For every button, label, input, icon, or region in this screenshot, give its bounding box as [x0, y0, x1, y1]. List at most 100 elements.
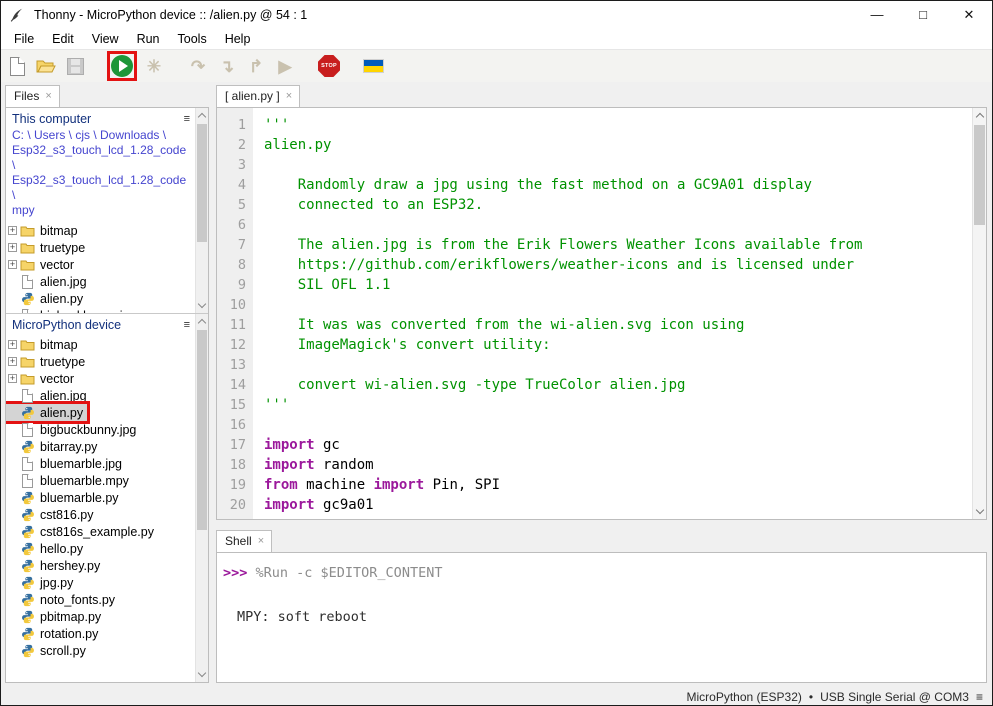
section-menu-icon[interactable]: ≡ [184, 319, 192, 331]
list-item[interactable]: pbitmap.py [6, 608, 194, 625]
menu-item[interactable]: File [5, 30, 43, 48]
open-file-button[interactable] [34, 54, 58, 78]
list-item[interactable]: bluemarble.py [6, 489, 194, 506]
python-icon [19, 524, 36, 539]
list-item[interactable]: bigbuckbunny.jpg [6, 421, 194, 438]
step-into-button[interactable]: ↴ [215, 54, 239, 78]
window-title: Thonny - MicroPython device :: /alien.py… [34, 8, 307, 22]
path-line[interactable]: Esp32_s3_touch_lcd_1.28_code \ [12, 173, 192, 203]
scroll-down-icon[interactable] [198, 669, 206, 677]
list-item[interactable]: cst816.py [6, 506, 194, 523]
resume-button[interactable]: ▶ [273, 54, 297, 78]
tab-close-icon[interactable]: × [258, 535, 264, 547]
list-item[interactable]: + bitmap [6, 222, 194, 239]
list-item[interactable]: alien.jpg [6, 273, 194, 290]
docstring-text: ''' alien.py Randomly draw a jpg using t… [264, 117, 862, 413]
expand-icon[interactable]: + [6, 370, 19, 387]
path-line[interactable]: mpy [12, 203, 192, 218]
menu-item[interactable]: Help [216, 30, 260, 48]
line-number: 17 [217, 435, 246, 455]
scrollbar-thumb[interactable] [197, 330, 207, 530]
scroll-down-icon[interactable] [198, 300, 206, 308]
list-item[interactable]: bluemarble.mpy [6, 472, 194, 489]
save-button[interactable] [63, 54, 87, 78]
folder-icon [19, 223, 36, 238]
list-item[interactable]: hershey.py [6, 557, 194, 574]
folder-icon [19, 337, 36, 352]
file-name: bluemarble.mpy [40, 474, 129, 488]
expand-icon[interactable]: + [6, 353, 19, 370]
close-button[interactable]: ✕ [946, 1, 992, 28]
code-editor[interactable]: 1234567891011121314151617181920 ''' alie… [216, 107, 987, 520]
list-item[interactable]: bigbuckbunny.jpg [6, 307, 194, 314]
list-item[interactable]: alien.jpg [6, 387, 194, 404]
list-item[interactable]: rotation.py [6, 625, 194, 642]
new-file-button[interactable] [5, 54, 29, 78]
menu-item[interactable]: Run [128, 30, 169, 48]
expand-icon[interactable]: + [6, 222, 19, 239]
device-scrollbar[interactable] [195, 314, 208, 682]
list-item[interactable]: alien.py [6, 290, 194, 307]
list-item[interactable]: bitarray.py [6, 438, 194, 455]
port-status[interactable]: USB Single Serial @ COM3 [820, 690, 969, 704]
tab-close-icon[interactable]: × [45, 90, 51, 102]
list-item[interactable]: + truetype [6, 239, 194, 256]
list-item[interactable]: cst816s_example.py [6, 523, 194, 540]
file-name: hello.py [40, 542, 83, 556]
menu-item[interactable]: View [83, 30, 128, 48]
code-content[interactable]: ''' alien.py Randomly draw a jpg using t… [264, 115, 986, 515]
list-item[interactable]: noto_fonts.py [6, 591, 194, 608]
stop-button[interactable]: STOP [317, 54, 341, 78]
file-icon [19, 422, 36, 437]
scroll-up-icon[interactable] [975, 113, 983, 121]
list-item[interactable]: jpg.py [6, 574, 194, 591]
run-icon [111, 55, 133, 77]
files-pane: Files × This computer ≡ C: \ Users \ cjs… [5, 84, 209, 683]
scroll-up-icon[interactable] [198, 319, 206, 327]
shell-panel[interactable]: >>> %Run -c $EDITOR_CONTENT MPY: soft re… [216, 552, 987, 683]
tab-editor-alien-py[interactable]: [ alien.py ] × [216, 85, 300, 107]
scroll-down-icon[interactable] [975, 506, 983, 514]
run-button[interactable] [110, 54, 134, 78]
debug-button[interactable]: ✳ [142, 54, 166, 78]
list-item[interactable]: + vector [6, 370, 194, 387]
expand-icon[interactable]: + [6, 336, 19, 353]
list-item[interactable]: bluemarble.jpg [6, 455, 194, 472]
editor-scrollbar[interactable] [972, 108, 986, 519]
tab-close-icon[interactable]: × [286, 90, 292, 102]
list-item[interactable]: + truetype [6, 353, 194, 370]
interpreter-status[interactable]: MicroPython (ESP32) [686, 690, 801, 704]
line-number: 5 [217, 195, 246, 215]
path-line[interactable]: Esp32_s3_touch_lcd_1.28_code \ [12, 143, 192, 173]
step-over-button[interactable]: ↷ [186, 54, 210, 78]
list-item[interactable]: + vector [6, 256, 194, 273]
scroll-up-icon[interactable] [198, 113, 206, 121]
code-text: machine [298, 477, 374, 493]
maximize-button[interactable]: □ [900, 1, 946, 28]
current-path[interactable]: C: \ Users \ cjs \ Downloads \Esp32_s3_t… [6, 128, 194, 220]
this-computer-scrollbar[interactable] [195, 108, 208, 313]
tab-shell[interactable]: Shell × [216, 530, 272, 552]
files-panel: This computer ≡ C: \ Users \ cjs \ Downl… [5, 107, 209, 683]
status-menu-icon[interactable]: ≡ [976, 690, 983, 704]
folder-icon [19, 257, 36, 272]
list-item[interactable]: hello.py [6, 540, 194, 557]
minimize-button[interactable]: — [854, 1, 900, 28]
toolbar: ✳ ↷ ↴ ↱ ▶ STOP [1, 49, 992, 82]
list-item[interactable]: scroll.py [6, 642, 194, 659]
list-item[interactable]: + bitmap [6, 336, 194, 353]
keyword: import [264, 437, 315, 453]
section-menu-icon[interactable]: ≡ [184, 113, 192, 125]
expand-icon[interactable]: + [6, 239, 19, 256]
step-out-button[interactable]: ↱ [244, 54, 268, 78]
menu-item[interactable]: Tools [169, 30, 216, 48]
editor-shell-splitter[interactable] [216, 520, 987, 530]
tab-files[interactable]: Files × [5, 85, 60, 107]
expand-icon[interactable]: + [6, 256, 19, 273]
scrollbar-thumb[interactable] [197, 124, 207, 242]
line-number: 20 [217, 495, 246, 515]
scrollbar-thumb[interactable] [974, 125, 985, 225]
path-line[interactable]: C: \ Users \ cjs \ Downloads \ [12, 128, 192, 143]
list-item[interactable]: alien.py [6, 404, 194, 421]
menu-item[interactable]: Edit [43, 30, 83, 48]
